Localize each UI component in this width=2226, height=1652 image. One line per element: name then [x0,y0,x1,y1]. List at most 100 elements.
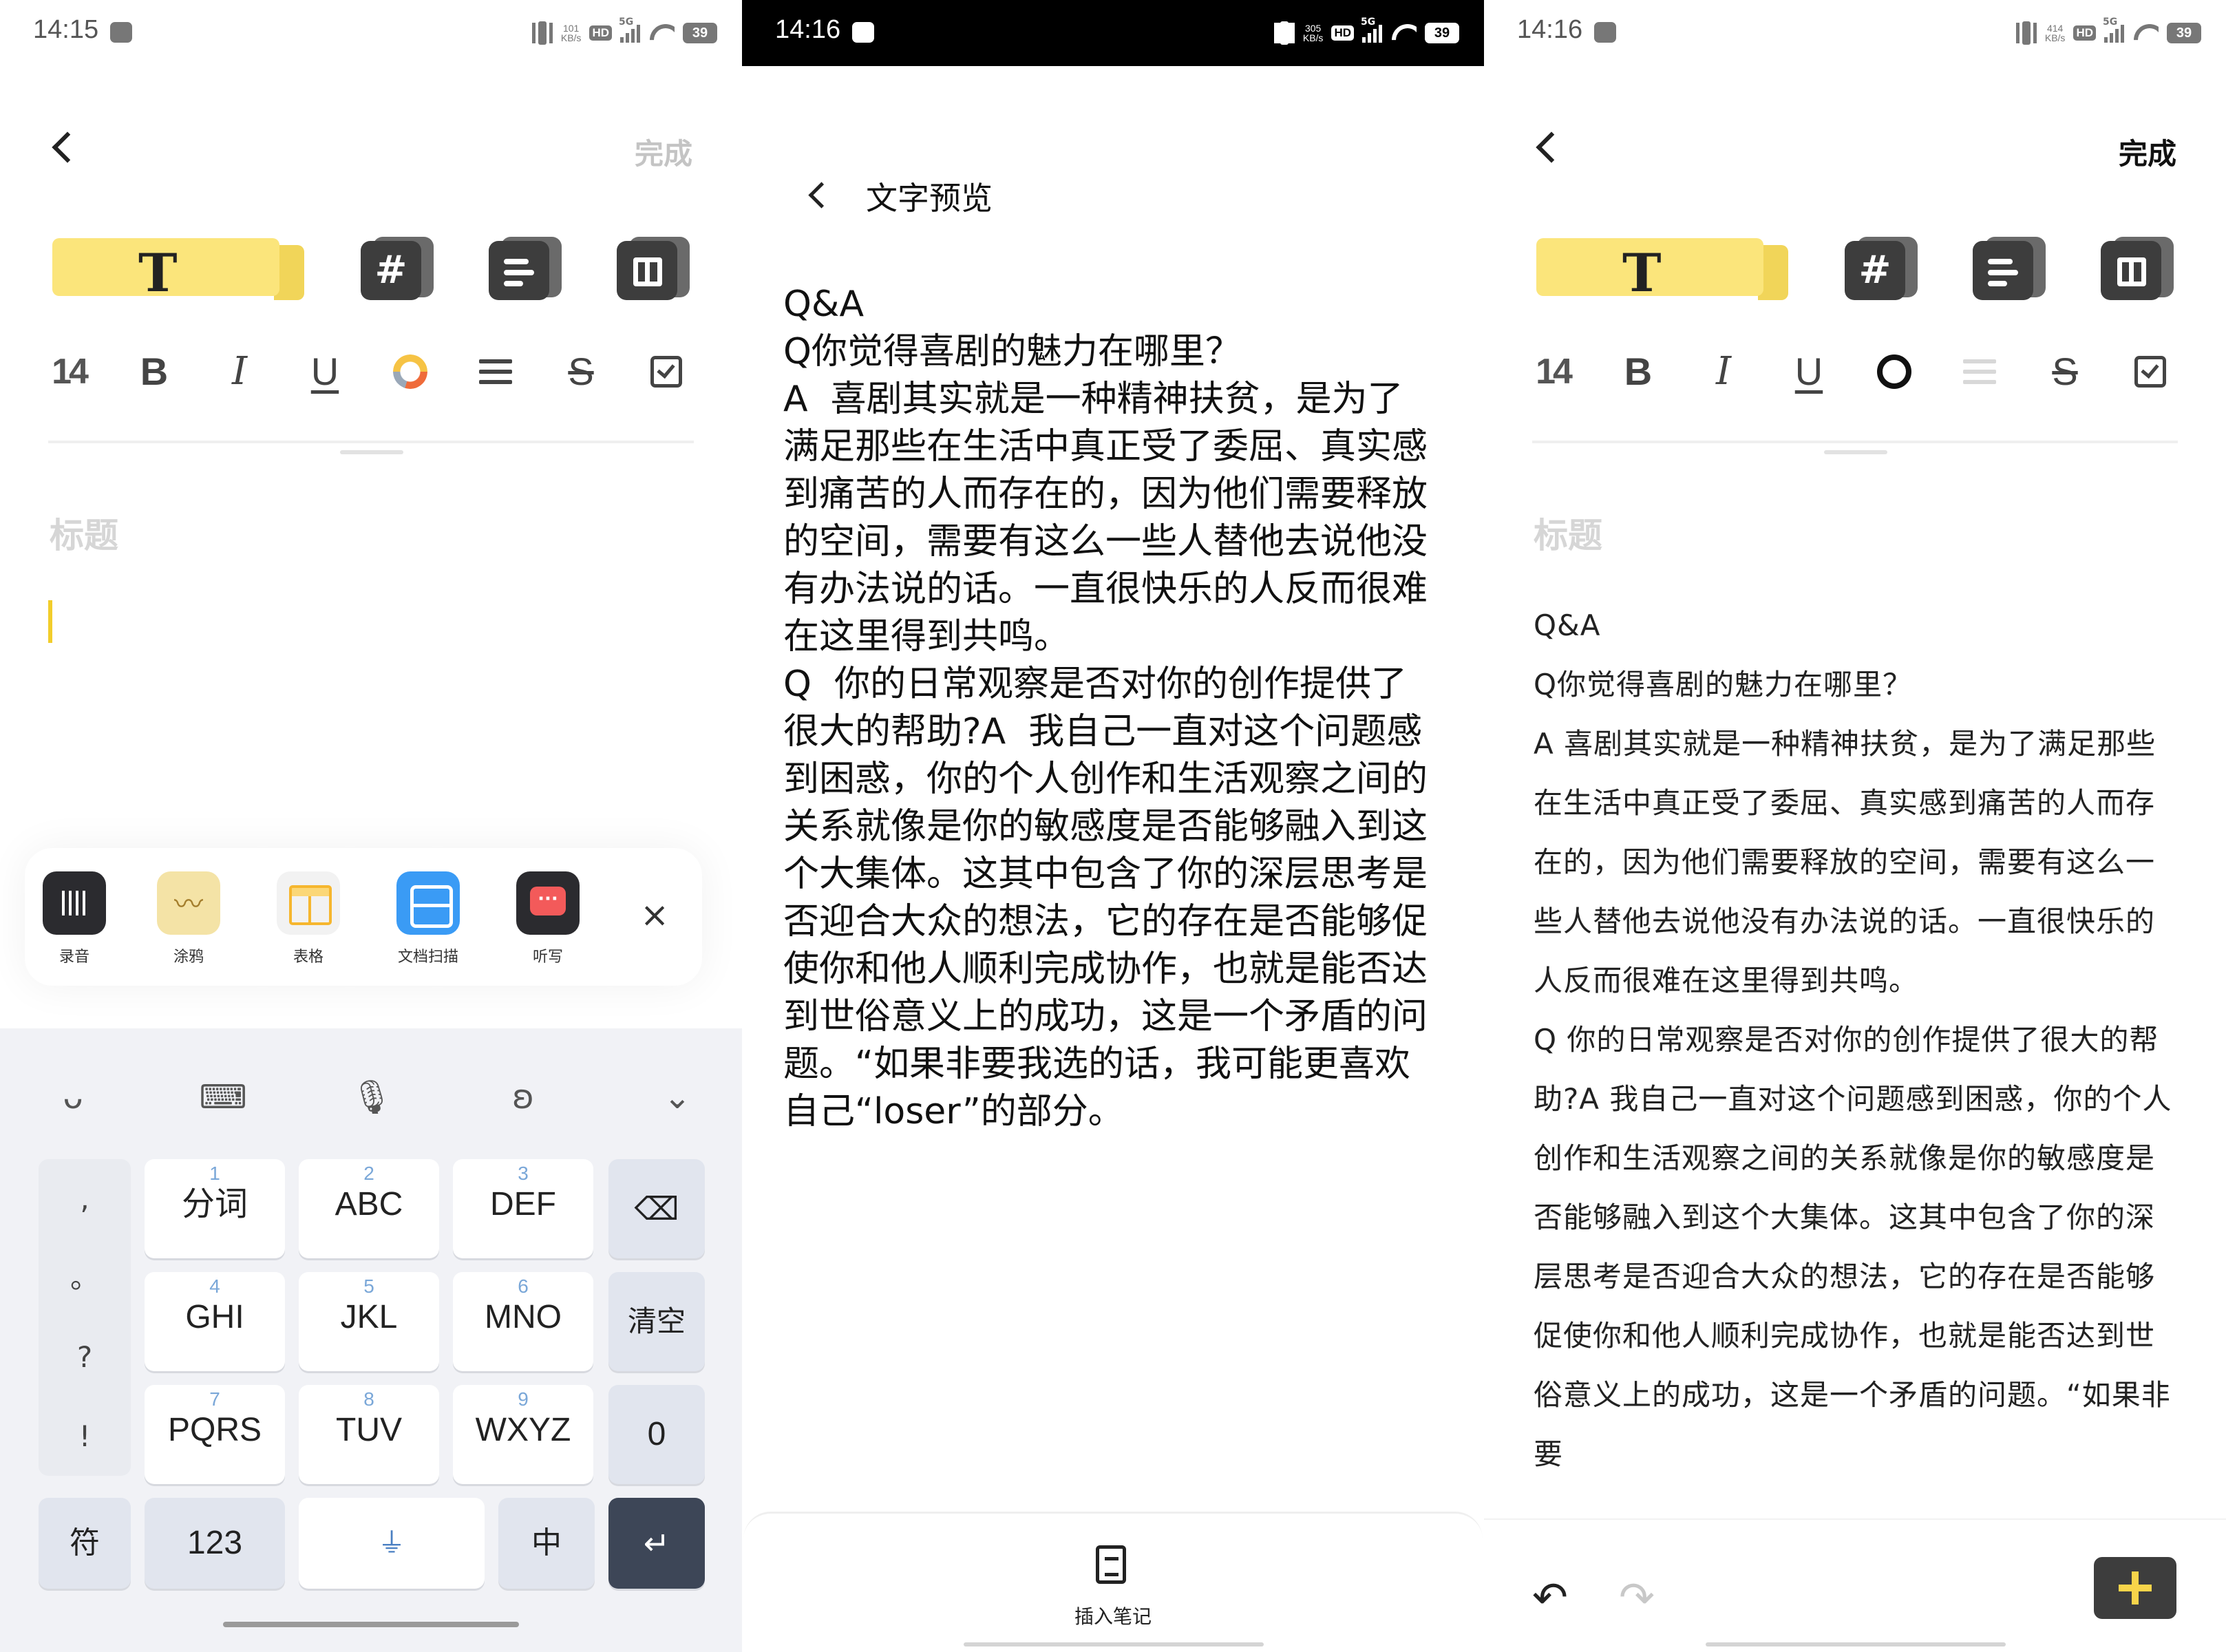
status-time: 14:16 [1517,15,1583,44]
align-button[interactable] [468,344,523,399]
space-key[interactable]: ⏚ [299,1498,485,1589]
home-indicator[interactable] [1706,1642,2006,1646]
punctuation-column[interactable]: , 。 ? ! [39,1159,131,1476]
text-format-tab[interactable]: T [52,238,306,304]
punct-key[interactable]: 。 [39,1238,131,1317]
strikethrough-button[interactable]: S [2037,344,2092,399]
format-toolbar: 14 B I U S [41,344,702,399]
punct-key[interactable]: , [39,1159,131,1238]
battery-icon: 39 [2167,23,2201,43]
text-format-tab[interactable]: T [1536,238,1790,304]
add-button[interactable] [2094,1557,2176,1619]
collapse-keyboard-icon[interactable]: ⌄ [650,1070,705,1125]
key-label: ABC [335,1186,403,1222]
plugin-scan[interactable]: 文档扫描 [380,871,476,966]
home-indicator[interactable] [223,1622,519,1627]
align-icon [1963,359,1996,390]
key-5[interactable]: 5 JKL [299,1272,439,1371]
strikethrough-button[interactable]: S [553,344,608,399]
align-button[interactable] [1952,344,2007,399]
plugin-dictation[interactable]: 听写 [500,871,596,966]
key-4[interactable]: 4 GHI [145,1272,285,1371]
drag-handle[interactable] [340,450,403,454]
paragraph-tab[interactable] [489,237,562,300]
undo-icon[interactable]: ↶ [1532,1576,1568,1619]
font-size-button[interactable]: 14 [1525,344,1580,399]
language-key[interactable]: 中 [498,1498,595,1589]
enter-key[interactable]: ↵ [608,1498,705,1589]
tag-tab[interactable]: # [361,237,434,300]
symbols-key[interactable]: 符 [39,1498,131,1589]
layout-tab[interactable] [2101,237,2174,300]
tag-tab[interactable]: # [1845,237,1918,300]
paragraph-tab[interactable] [1973,237,2046,300]
network-speed: 305 KB/s [1302,23,1324,43]
underline-button[interactable]: U [297,344,352,399]
text-caret [48,600,52,643]
editor-bottom-bar: ↶ ↷ [1484,1518,2226,1652]
du-mascot-icon[interactable]: ʚ [496,1070,551,1125]
key-number: 5 [363,1275,374,1297]
done-button[interactable]: 完成 [635,131,692,173]
backspace-icon: ⌫ [634,1191,679,1227]
home-indicator[interactable] [964,1642,1264,1646]
back-button[interactable] [1532,131,1562,161]
key-2[interactable]: 2 ABC [299,1159,439,1258]
italic-button[interactable]: I [1696,344,1751,399]
plugin-label: 录音 [59,949,89,966]
key-label: 符 [70,1526,100,1560]
title-input[interactable]: 标题 [50,508,118,558]
title-input[interactable]: 标题 [1534,508,1602,558]
preview-back-button[interactable] [805,180,833,208]
font-size-button[interactable]: 14 [41,344,96,399]
key-label: PQRS [167,1412,262,1448]
key-label: MNO [485,1299,562,1335]
note-icon[interactable] [1096,1545,1126,1584]
keyboard-switch-icon[interactable]: ⌨ [195,1070,251,1125]
key-8[interactable]: 8 TUV [299,1385,439,1484]
emoji-icon[interactable]: ᴗ [45,1070,100,1125]
backspace-key[interactable]: ⌫ [608,1159,705,1258]
close-plugin-bar-button[interactable]: × [640,895,669,935]
wifi-icon [2132,23,2159,43]
numbers-key[interactable]: 123 [145,1498,285,1589]
text-color-button[interactable] [1867,344,1922,399]
key-3[interactable]: 3 DEF [453,1159,593,1258]
key-number: 4 [209,1275,220,1297]
italic-button[interactable]: I [212,344,267,399]
underline-button[interactable]: U [1781,344,1836,399]
back-button[interactable] [48,131,78,161]
status-bar: 14:15 101 KB/s HD 5G 39 [0,0,742,66]
punct-key[interactable]: ? [39,1317,131,1397]
note-body[interactable]: Q&A Q你觉得喜剧的魅力在哪里？ A 喜剧其实就是一种精神扶贫，是为了满足那些… [1534,596,2174,1518]
checklist-button[interactable] [639,344,694,399]
key-label: JKL [340,1299,398,1335]
redo-icon[interactable]: ↷ [1619,1576,1655,1619]
network-speed: 101 KB/s [560,23,582,43]
key-6[interactable]: 6 MNO [453,1272,593,1371]
done-button[interactable]: 完成 [2119,131,2176,173]
bold-button[interactable]: B [127,344,182,399]
network-type: 5G [619,17,634,28]
microphone-icon[interactable]: 🎙︎ [344,1070,399,1125]
key-9[interactable]: 9 WXYZ [453,1385,593,1484]
status-indicators: 101 KB/s HD 5G 39 [531,17,717,47]
key-0[interactable]: 0 [608,1385,705,1484]
text-color-button[interactable] [383,344,438,399]
drag-handle[interactable] [1824,450,1887,454]
insert-note-button[interactable]: 插入笔记 [743,1602,1483,1629]
checklist-button[interactable] [2123,344,2178,399]
bold-button[interactable]: B [1611,344,1666,399]
punct-key[interactable]: ! [39,1397,131,1476]
clear-key[interactable]: 清空 [608,1272,705,1371]
plugin-table[interactable]: 表格 [260,871,357,966]
key-7[interactable]: 7 PQRS [145,1385,285,1484]
hd-badge: HD [1331,25,1354,41]
key-1[interactable]: 1 分词 [145,1159,285,1258]
plugin-record[interactable]: 录音 [26,871,123,966]
color-wheel-icon [393,354,427,389]
note-paragraph: Q你觉得喜剧的魅力在哪里？ [1534,668,1913,701]
layout-tab[interactable] [617,237,690,300]
plugin-doodle[interactable]: 涂鸦 [140,871,237,966]
network-speed: 414 KB/s [2044,23,2066,43]
